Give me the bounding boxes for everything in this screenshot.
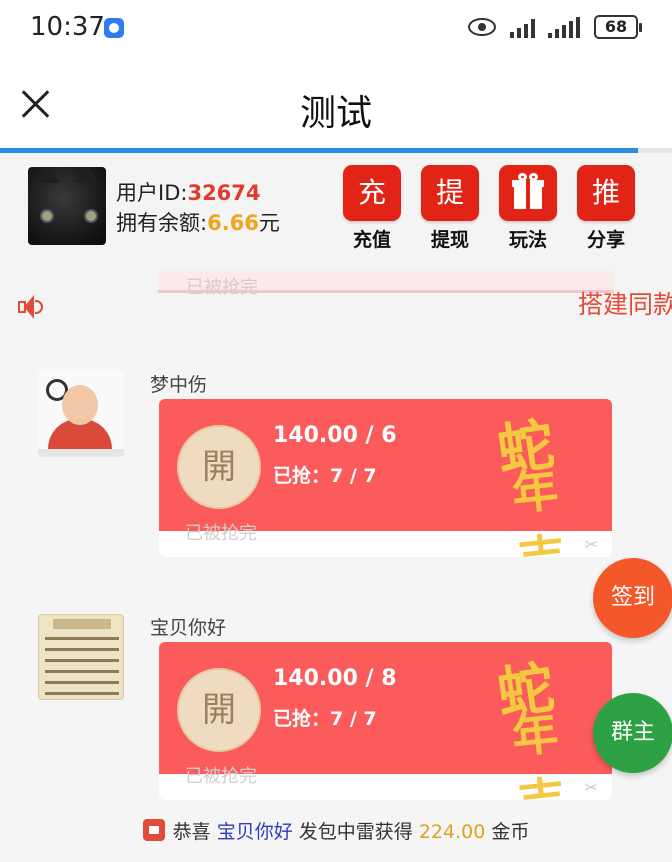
- signal-icon-2: [548, 16, 580, 38]
- red-packet-icon: [142, 819, 165, 841]
- remnant-status: 已被抢完: [186, 277, 258, 298]
- sender-name: 宝贝你好: [150, 617, 227, 639]
- user-balance: 拥有余额:6.66元: [116, 207, 280, 237]
- chat-area[interactable]: 梦中伤 開 140.00 / 6 已抢：7 / 7 蛇 年吉 已被抢完 ✂ 宝贝…: [0, 335, 672, 862]
- withdraw-label: 提现: [430, 229, 469, 251]
- snake-year-stamp: 蛇 年吉: [485, 399, 605, 557]
- recharge-button[interactable]: 充 充值: [342, 165, 402, 252]
- notice-user-name: 宝贝你好: [216, 821, 293, 843]
- packet-status: 已被抢完: [185, 766, 257, 787]
- user-avatar[interactable]: [28, 167, 106, 245]
- sender-name: 梦中伤: [150, 374, 208, 396]
- share-label: 分享: [586, 229, 625, 251]
- notice-amount: 224.00: [418, 821, 486, 843]
- eye-icon: [468, 18, 496, 36]
- app-notification-icon: [104, 18, 124, 38]
- open-packet-icon: 開: [177, 668, 261, 752]
- battery-icon: 68: [594, 15, 642, 39]
- title-bar: 测试: [0, 58, 672, 150]
- gift-icon: [499, 165, 557, 221]
- win-notice: 恭喜 宝贝你好 发包中雷获得 224.00 金币: [0, 817, 672, 853]
- notice-suffix: 金币: [491, 821, 530, 843]
- share-icon: 推: [577, 165, 635, 221]
- status-time: 10:37: [30, 12, 105, 42]
- snake-year-stamp: 蛇 年吉: [485, 642, 605, 800]
- notice-prefix: 恭喜: [172, 821, 211, 843]
- withdraw-icon: 提: [421, 165, 479, 221]
- speaker-icon: [18, 293, 48, 321]
- group-owner-button[interactable]: 群主: [593, 693, 672, 773]
- rules-label: 玩法: [508, 229, 547, 251]
- packet-amount: 140.00 / 6: [273, 423, 397, 448]
- status-bar: 10:37 68: [0, 0, 672, 58]
- notice-middle: 发包中雷获得: [298, 821, 413, 843]
- open-packet-icon: 開: [177, 425, 261, 509]
- page-title: 测试: [299, 93, 372, 134]
- packet-grabbed-count: 已抢：7 / 7: [273, 465, 377, 487]
- balance-label: 拥有余额:: [116, 211, 208, 235]
- announcement-text[interactable]: 搭建同款: [578, 285, 672, 321]
- packet-mark-icon: ✂: [584, 778, 598, 797]
- user-id: 用户ID:32674: [116, 177, 261, 207]
- rules-button[interactable]: 玩法: [498, 165, 558, 252]
- signal-icon: [510, 16, 535, 38]
- user-id-value: 32674: [187, 181, 261, 205]
- packet-mark-icon: ✂: [584, 535, 598, 554]
- recharge-icon: 充: [343, 165, 401, 221]
- announcement-bar: 已被抢完 搭建同款: [0, 271, 672, 335]
- user-panel: 用户ID:32674 拥有余额:6.66元 充 充值 提 提现 玩法 推 分享: [0, 153, 672, 271]
- checkin-button[interactable]: 签到: [593, 558, 672, 638]
- packet-amount: 140.00 / 8: [273, 666, 397, 691]
- balance-unit: 元: [258, 211, 280, 235]
- user-id-label: 用户ID:: [116, 181, 188, 205]
- withdraw-button[interactable]: 提 提现: [420, 165, 480, 252]
- packet-status: 已被抢完: [185, 523, 257, 544]
- red-packet-message[interactable]: 開 140.00 / 8 已抢：7 / 7 蛇 年吉 已被抢完 ✂: [159, 642, 612, 800]
- sender-avatar[interactable]: [38, 614, 124, 700]
- recharge-label: 充值: [352, 229, 391, 251]
- share-button[interactable]: 推 分享: [576, 165, 636, 252]
- sender-avatar[interactable]: [38, 371, 124, 457]
- red-packet-message[interactable]: 開 140.00 / 6 已抢：7 / 7 蛇 年吉 已被抢完 ✂: [159, 399, 612, 557]
- scrolled-packet-remnant: 已被抢完: [158, 271, 614, 298]
- packet-grabbed-count: 已抢：7 / 7: [273, 708, 377, 730]
- balance-value: 6.66: [207, 211, 259, 235]
